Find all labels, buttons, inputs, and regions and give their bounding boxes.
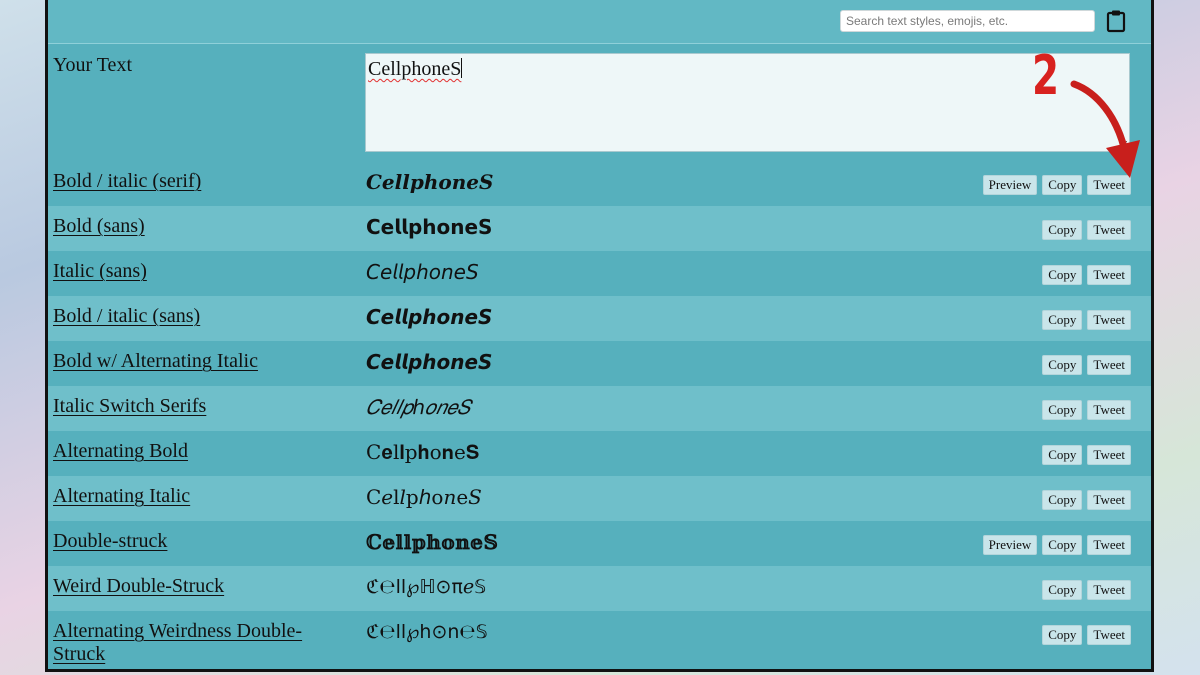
text-caret — [461, 58, 463, 78]
style-name-link[interactable]: Italic Switch Serifs — [53, 395, 343, 418]
row-actions: Copy Tweet — [1042, 310, 1131, 330]
style-row: Alternating Bold C𝐞l𝐥p𝐡o𝐧e𝐒 Copy Tweet — [48, 431, 1151, 476]
your-text-row: Your Text CellphoneS — [48, 44, 1151, 161]
row-actions: Copy Tweet — [1042, 625, 1131, 645]
style-sample: C𝑒l𝑙p𝘩o𝑛e𝑆 — [366, 485, 482, 509]
tweet-button[interactable]: Tweet — [1087, 400, 1131, 420]
tweet-button[interactable]: Tweet — [1087, 490, 1131, 510]
style-row: Italic Switch Serifs 𝐶𝑒𝑙𝑙𝑝ℎ𝑜𝑛𝑒𝑆 Copy Twe… — [48, 386, 1151, 431]
row-actions: Copy Tweet — [1042, 400, 1131, 420]
row-actions: Copy Tweet — [1042, 265, 1131, 285]
style-row: Bold w/ Alternating Italic 𝘾𝙚𝙡𝙡𝙥𝙝𝙤𝙣𝙚𝙎 Co… — [48, 341, 1151, 386]
tweet-button[interactable]: Tweet — [1087, 355, 1131, 375]
style-sample: 𝘾𝙚𝙡𝙡𝙥𝙝𝙤𝙣𝙚𝙎 — [366, 305, 493, 329]
copy-button[interactable]: Copy — [1042, 265, 1083, 285]
row-actions: Copy Tweet — [1042, 490, 1131, 510]
clipboard-icon[interactable] — [1105, 9, 1127, 33]
tweet-button[interactable]: Tweet — [1087, 625, 1131, 645]
style-row: Bold / italic (sans) 𝘾𝙚𝙡𝙡𝙥𝙝𝙤𝙣𝙚𝙎 Copy Twe… — [48, 296, 1151, 341]
copy-button[interactable]: Copy — [1042, 535, 1083, 555]
style-row: Bold (sans) 𝗖𝗲𝗹𝗹𝗽𝗵𝗼𝗻𝗲𝗦 Copy Tweet — [48, 206, 1151, 251]
style-name-link[interactable]: Alternating Italic — [53, 485, 343, 508]
top-bar — [48, 0, 1151, 44]
text-input[interactable]: CellphoneS — [365, 53, 1130, 152]
row-actions: Copy Tweet — [1042, 355, 1131, 375]
style-name-link[interactable]: Alternating Bold — [53, 440, 343, 463]
style-row: Alternating Weirdness Double-Struck ℭ℮ll… — [48, 611, 1151, 669]
style-list: Bold / italic (serif) 𝑪𝒆𝒍𝒍𝒑𝒉𝒐𝒏𝒆𝑺 Preview… — [48, 161, 1151, 669]
text-input-value: CellphoneS — [368, 58, 462, 80]
preview-button[interactable]: Preview — [982, 535, 1038, 555]
copy-button[interactable]: Copy — [1042, 310, 1083, 330]
style-sample: C𝐞l𝐥p𝐡o𝐧e𝐒 — [366, 440, 480, 464]
row-actions: Copy Tweet — [1042, 220, 1131, 240]
tweet-button[interactable]: Tweet — [1087, 220, 1131, 240]
copy-button[interactable]: Copy — [1042, 580, 1083, 600]
style-name-link[interactable]: Weird Double-Struck — [53, 575, 343, 598]
style-sample: ℭ℮ll℘ℍ⊙πℯ𝕊 — [366, 576, 487, 598]
style-name-link[interactable]: Bold / italic (serif) — [53, 170, 343, 193]
search-input[interactable] — [840, 10, 1095, 32]
tweet-button[interactable]: Tweet — [1087, 310, 1131, 330]
style-name-link[interactable]: Bold w/ Alternating Italic — [53, 350, 343, 373]
style-row: Alternating Italic C𝑒l𝑙p𝘩o𝑛e𝑆 Copy Tweet — [48, 476, 1151, 521]
style-sample: 𝘾𝙚𝙡𝙡𝙥𝙝𝙤𝙣𝙚𝙎 — [366, 350, 493, 374]
style-sample: ℭ℮ll℘h⊙n℮𝕊 — [366, 621, 488, 643]
red-arrow-icon — [1070, 80, 1140, 178]
style-sample: ℂ𝕖𝕝𝕝𝕡𝕙𝕠𝕟𝕖𝕊 — [366, 530, 499, 554]
row-actions: Copy Tweet — [1042, 580, 1131, 600]
copy-button[interactable]: Copy — [1042, 490, 1083, 510]
step-number-annotation: 2 — [1032, 44, 1060, 107]
style-sample: 𝐶𝑒𝑙𝑙𝑝ℎ𝑜𝑛𝑒𝑆 — [366, 395, 471, 419]
style-sample: 𝗖𝗲𝗹𝗹𝗽𝗵𝗼𝗻𝗲𝗦 — [366, 215, 493, 239]
style-sample: 𝑪𝒆𝒍𝒍𝒑𝒉𝒐𝒏𝒆𝑺 — [366, 170, 494, 194]
copy-button[interactable]: Copy — [1042, 625, 1083, 645]
tweet-button[interactable]: Tweet — [1087, 445, 1131, 465]
copy-button[interactable]: Copy — [1042, 445, 1083, 465]
style-name-link[interactable]: Bold (sans) — [53, 215, 343, 238]
tweet-button[interactable]: Tweet — [1087, 535, 1131, 555]
row-actions: Copy Tweet — [1042, 445, 1131, 465]
copy-button[interactable]: Copy — [1042, 355, 1083, 375]
style-name-link[interactable]: Alternating Weirdness Double-Struck — [53, 620, 343, 666]
style-sample: 𝘊𝘦𝘭𝘭𝘱𝘩𝘰𝘯𝘦𝘚 — [366, 260, 479, 284]
app-frame: Your Text CellphoneS Bold / italic (seri… — [45, 0, 1154, 672]
your-text-label: Your Text — [53, 54, 132, 76]
style-row: Bold / italic (serif) 𝑪𝒆𝒍𝒍𝒑𝒉𝒐𝒏𝒆𝑺 Preview… — [48, 161, 1151, 206]
tweet-button[interactable]: Tweet — [1087, 265, 1131, 285]
style-name-link[interactable]: Bold / italic (sans) — [53, 305, 343, 328]
style-row: Double-struck ℂ𝕖𝕝𝕝𝕡𝕙𝕠𝕟𝕖𝕊 Preview Copy Tw… — [48, 521, 1151, 566]
row-actions: Preview Copy Tweet — [982, 535, 1131, 555]
style-row: Italic (sans) 𝘊𝘦𝘭𝘭𝘱𝘩𝘰𝘯𝘦𝘚 Copy Tweet — [48, 251, 1151, 296]
style-name-link[interactable]: Italic (sans) — [53, 260, 343, 283]
tweet-button[interactable]: Tweet — [1087, 580, 1131, 600]
style-row: Weird Double-Struck ℭ℮ll℘ℍ⊙πℯ𝕊 Copy Twee… — [48, 566, 1151, 611]
preview-button[interactable]: Preview — [982, 175, 1038, 195]
style-name-link[interactable]: Double-struck — [53, 530, 343, 553]
copy-button[interactable]: Copy — [1042, 400, 1083, 420]
copy-button[interactable]: Copy — [1042, 220, 1083, 240]
